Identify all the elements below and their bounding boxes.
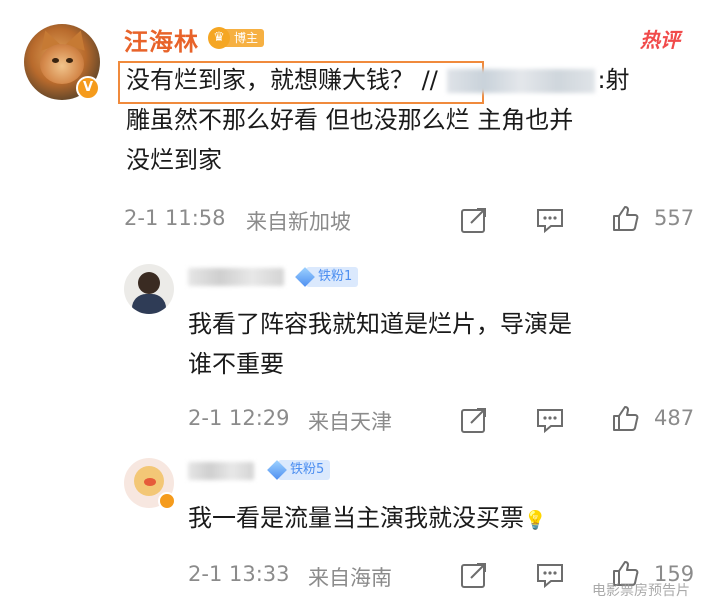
reply-text-line: 我看了阵容我就知道是烂片，导演是 [188, 310, 572, 338]
fan-badge: 铁粉5 [266, 460, 331, 480]
comment-text-line: 没有烂到家，就想赚大钱？ // :射 [126, 60, 630, 100]
fan-badge: 铁粉1 [294, 267, 359, 287]
username[interactable]: 汪海林 [124, 22, 199, 57]
blogger-badge: ♛ 博主 [208, 27, 265, 49]
blurred-mention [447, 69, 596, 93]
user-avatar[interactable] [124, 458, 176, 510]
reply-time: 2-1 13:33 [188, 562, 290, 586]
verified-badge-icon [158, 492, 176, 510]
blogger-badge-label: 博主 [224, 29, 265, 47]
lightbulb-emoji-icon: 💡 [524, 510, 547, 531]
comment-text-line: 雕虽然不那么好看 但也没那么烂 主角也并 [126, 106, 574, 134]
reply-text-line: 谁不重要 [188, 350, 284, 378]
share-icon[interactable] [459, 205, 489, 235]
comment-text-line: 没烂到家 [126, 146, 222, 174]
verified-badge-icon: V [76, 76, 100, 100]
blurred-username[interactable] [188, 268, 284, 286]
repost-separator: // [421, 66, 438, 94]
share-icon[interactable] [459, 405, 489, 435]
hot-comment-tag: 热评 [640, 28, 680, 52]
thumbs-up-icon[interactable] [610, 403, 640, 433]
reply-location: 来自海南 [308, 566, 392, 590]
comment-icon[interactable] [535, 205, 565, 235]
share-icon[interactable] [459, 560, 489, 590]
comment-location: 来自新加坡 [246, 210, 351, 234]
like-count: 487 [654, 406, 695, 430]
like-count: 557 [654, 206, 695, 230]
reply-location: 来自天津 [308, 410, 392, 434]
highlighted-text: 没有烂到家，就想赚大钱？ [126, 66, 414, 94]
crown-icon: ♛ [208, 27, 230, 49]
thumbs-up-icon[interactable] [610, 203, 640, 233]
blurred-username[interactable] [188, 462, 254, 480]
user-avatar[interactable] [124, 264, 174, 314]
watermark: 电影票房预告片 [592, 583, 690, 599]
repost-tail: :射 [597, 66, 630, 94]
comment-time: 2-1 11:58 [124, 206, 226, 230]
comment-icon[interactable] [535, 560, 565, 590]
reply-text-line: 我一看是流量当主演我就没买票💡 [188, 498, 546, 541]
reply-text: 我一看是流量当主演我就没买票 [188, 504, 524, 532]
reply-time: 2-1 12:29 [188, 406, 290, 430]
comment-icon[interactable] [535, 405, 565, 435]
